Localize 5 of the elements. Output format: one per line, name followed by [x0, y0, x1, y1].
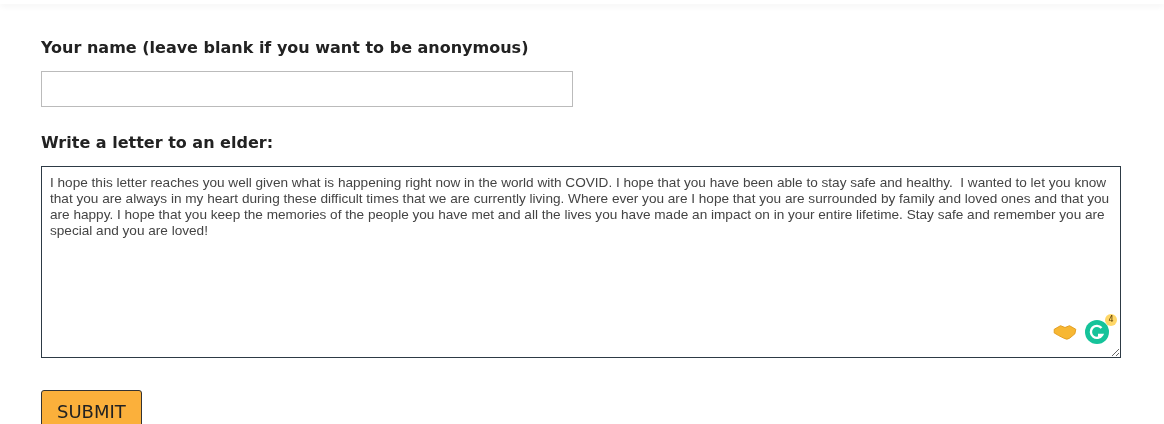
submit-button[interactable]: SUBMIT [41, 390, 142, 424]
name-input-field[interactable] [41, 71, 573, 107]
field-label: Write a letter to an elder: [41, 133, 274, 152]
grammarly-icon[interactable] [1085, 320, 1109, 344]
field-label: Your name (leave blank if you want to be anonymous) [41, 38, 529, 57]
